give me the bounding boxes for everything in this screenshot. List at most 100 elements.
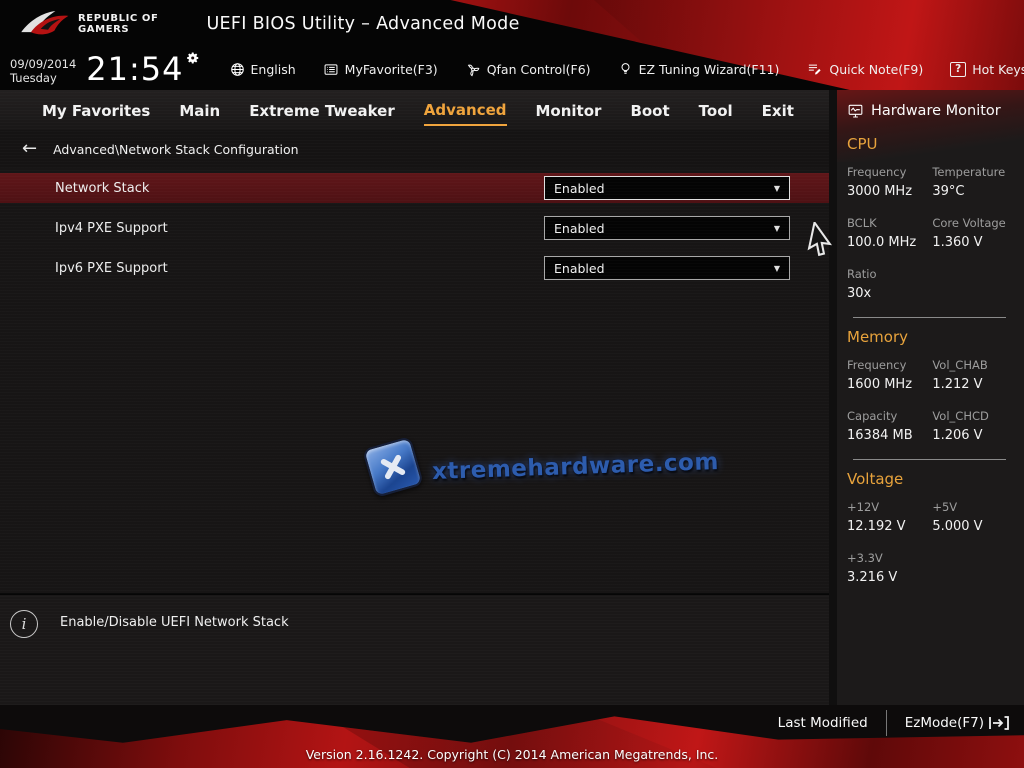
- setting-row-ipv6-pxe[interactable]: Ipv6 PXE Support Enabled ▼: [0, 253, 829, 283]
- exit-arrow-icon: [988, 715, 1010, 731]
- ez-tuning-wizard-button[interactable]: EZ Tuning Wizard(F11): [618, 61, 780, 77]
- myfavorite-list-icon: [323, 62, 339, 77]
- hw-item: Frequency 3000 MHz: [847, 165, 932, 199]
- setting-label: Network Stack: [55, 181, 544, 196]
- cpu-readings: Frequency 3000 MHz Temperature 39°C BCLK…: [847, 165, 1008, 301]
- time-value: 21:54: [86, 53, 183, 85]
- hw-item: Vol_CHAB 1.212 V: [932, 358, 1008, 392]
- hardware-monitor-sidebar: Hardware Monitor CPU Frequency 3000 MHz …: [837, 90, 1024, 705]
- hw-item: +5V 5.000 V: [932, 500, 1008, 534]
- date-value: 09/09/2014: [10, 57, 76, 71]
- hw-item: Ratio 30x: [847, 267, 932, 301]
- memory-readings: Frequency 1600 MHz Vol_CHAB 1.212 V Capa…: [847, 358, 1008, 443]
- bottom-bar-divider: [886, 710, 887, 736]
- hw-item: Frequency 1600 MHz: [847, 358, 932, 392]
- sidebar-divider: [853, 459, 1006, 460]
- chevron-down-icon: ▼: [774, 264, 780, 273]
- language-label: English: [251, 62, 296, 77]
- globe-icon: [230, 62, 245, 77]
- chevron-down-icon: ▼: [774, 224, 780, 233]
- brand-line-1: REPUBLIC OF: [78, 13, 158, 24]
- tab-extreme-tweaker[interactable]: Extreme Tweaker: [249, 95, 395, 125]
- quick-note-button[interactable]: Quick Note(F9): [806, 62, 923, 77]
- brand-text: REPUBLIC OF GAMERS: [78, 13, 158, 36]
- hw-item: +3.3V 3.216 V: [847, 551, 932, 585]
- help-panel: i Enable/Disable UEFI Network Stack: [0, 593, 829, 705]
- tab-exit[interactable]: Exit: [762, 95, 794, 125]
- hot-keys-label: Hot Keys: [972, 62, 1024, 77]
- ez-tuning-label: EZ Tuning Wizard(F11): [639, 62, 780, 77]
- setting-row-network-stack[interactable]: Network Stack Enabled ▼: [0, 173, 829, 203]
- monitor-icon: [847, 103, 864, 119]
- tab-main[interactable]: Main: [179, 95, 220, 125]
- content-area: My Favorites Main Extreme Tweaker Advanc…: [0, 90, 1024, 705]
- toolbar-items: English MyFavorite(F3): [230, 61, 1024, 77]
- ipv6-pxe-dropdown[interactable]: Enabled ▼: [544, 256, 790, 280]
- ezmode-button[interactable]: EzMode(F7): [905, 715, 1010, 731]
- settings-list: Network Stack Enabled ▼ Ipv4 PXE Support…: [0, 168, 829, 593]
- day-value: Tuesday: [10, 71, 76, 85]
- last-modified-button[interactable]: Last Modified: [778, 715, 868, 731]
- hw-item: Core Voltage 1.360 V: [932, 216, 1008, 250]
- note-pencil-icon: [806, 62, 823, 77]
- hardware-monitor-title: Hardware Monitor: [871, 103, 1001, 119]
- gear-icon[interactable]: [186, 51, 200, 65]
- time-display: 21:54: [86, 53, 199, 85]
- dropdown-value: Enabled: [554, 181, 774, 196]
- bottom-bar: Last Modified EzMode(F7): [0, 705, 1024, 740]
- breadcrumb: ← Advanced\Network Stack Configuration: [0, 130, 829, 168]
- version-copyright: Version 2.16.1242. Copyright (C) 2014 Am…: [0, 740, 1024, 768]
- chevron-down-icon: ▼: [774, 184, 780, 193]
- myfavorite-button[interactable]: MyFavorite(F3): [323, 62, 438, 77]
- header-row: REPUBLIC OF GAMERS UEFI BIOS Utility – A…: [0, 0, 1024, 48]
- hw-section-title-voltage: Voltage: [847, 470, 1008, 488]
- myfavorite-label: MyFavorite(F3): [345, 62, 438, 77]
- hot-keys-button[interactable]: ? Hot Keys: [950, 62, 1024, 77]
- sidebar-divider: [853, 317, 1006, 318]
- fan-icon: [465, 62, 481, 77]
- main-menu-tabs: My Favorites Main Extreme Tweaker Advanc…: [0, 90, 829, 130]
- hw-item: +12V 12.192 V: [847, 500, 932, 534]
- tab-my-favorites[interactable]: My Favorites: [42, 95, 150, 125]
- tab-advanced[interactable]: Advanced: [424, 94, 507, 126]
- bottom-area: Last Modified EzMode(F7) Version 2.16.12…: [0, 705, 1024, 768]
- setting-row-ipv4-pxe[interactable]: Ipv4 PXE Support Enabled ▼: [0, 213, 829, 243]
- ezmode-label: EzMode(F7): [905, 715, 984, 731]
- dropdown-value: Enabled: [554, 261, 774, 276]
- datetime-block: 09/09/2014 Tuesday 21:54: [10, 53, 200, 86]
- info-icon: i: [10, 610, 38, 638]
- question-box-icon: ?: [950, 62, 966, 77]
- back-arrow-icon[interactable]: ←: [22, 140, 37, 158]
- main-panel: My Favorites Main Extreme Tweaker Advanc…: [0, 90, 837, 705]
- hw-item: Capacity 16384 MB: [847, 409, 932, 443]
- page-title: UEFI BIOS Utility – Advanced Mode: [206, 14, 519, 34]
- network-stack-dropdown[interactable]: Enabled ▼: [544, 176, 790, 200]
- hw-section-title-cpu: CPU: [847, 135, 1008, 153]
- brand-line-2: GAMERS: [78, 24, 129, 35]
- ipv4-pxe-dropdown[interactable]: Enabled ▼: [544, 216, 790, 240]
- bios-screen: REPUBLIC OF GAMERS UEFI BIOS Utility – A…: [0, 0, 1024, 768]
- hw-item: BCLK 100.0 MHz: [847, 216, 932, 250]
- toolbar: 09/09/2014 Tuesday 21:54: [0, 48, 1024, 90]
- tab-boot[interactable]: Boot: [630, 95, 669, 125]
- bulb-icon: [618, 61, 633, 77]
- setting-label: Ipv6 PXE Support: [55, 261, 544, 276]
- tab-tool[interactable]: Tool: [699, 95, 733, 125]
- top-header-area: REPUBLIC OF GAMERS UEFI BIOS Utility – A…: [0, 0, 1024, 90]
- hardware-monitor-header: Hardware Monitor: [847, 100, 1008, 125]
- voltage-readings: +12V 12.192 V +5V 5.000 V +3.3V 3.216 V: [847, 500, 1008, 585]
- quick-note-label: Quick Note(F9): [829, 62, 923, 77]
- help-text: Enable/Disable UEFI Network Stack: [60, 615, 289, 630]
- setting-label: Ipv4 PXE Support: [55, 221, 544, 236]
- rog-logo: [18, 7, 70, 41]
- language-button[interactable]: English: [230, 62, 296, 77]
- hw-section-title-memory: Memory: [847, 328, 1008, 346]
- hw-item: Vol_CHCD 1.206 V: [932, 409, 1008, 443]
- breadcrumb-path: Advanced\Network Stack Configuration: [53, 142, 298, 157]
- dropdown-value: Enabled: [554, 221, 774, 236]
- tab-monitor[interactable]: Monitor: [536, 95, 602, 125]
- hw-item: Temperature 39°C: [932, 165, 1008, 199]
- date-display: 09/09/2014 Tuesday: [10, 57, 76, 86]
- qfan-control-button[interactable]: Qfan Control(F6): [465, 62, 591, 77]
- qfan-label: Qfan Control(F6): [487, 62, 591, 77]
